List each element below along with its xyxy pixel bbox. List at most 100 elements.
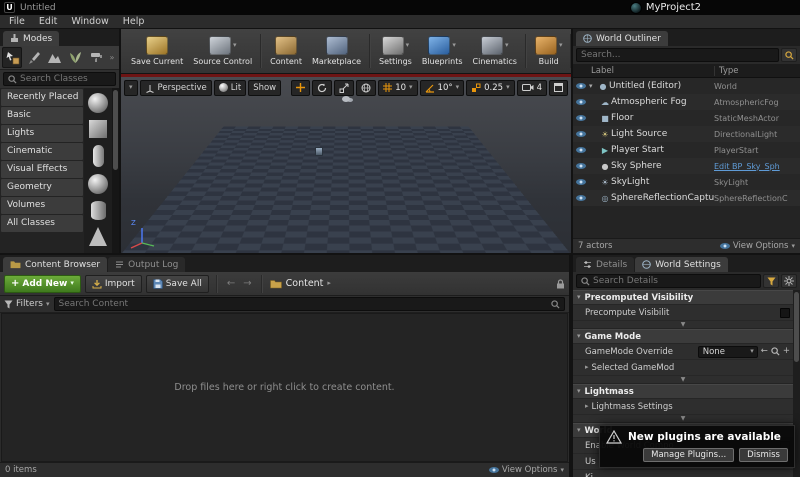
search-classes-box[interactable] (3, 72, 116, 86)
details-filter-button[interactable] (763, 274, 779, 288)
category-visual-effects[interactable]: Visual Effects (1, 161, 83, 178)
outliner-row[interactable]: ● Sky Sphere Edit BP_Sky_Sph (573, 158, 800, 174)
asset-thumbnail-sphere[interactable] (88, 174, 108, 194)
chevron-down-icon[interactable]: ▾ (406, 42, 410, 49)
chevron-down-icon[interactable]: ▾ (233, 42, 237, 49)
menu-file[interactable]: File (2, 16, 32, 27)
visibility-eye-icon[interactable] (576, 195, 586, 201)
asset-thumbnail-cylinder[interactable] (91, 201, 106, 220)
outliner-view-options-button[interactable]: View Options ▾ (720, 241, 795, 251)
tab-world-settings[interactable]: World Settings (635, 257, 728, 272)
asset-view[interactable]: Drop files here or right click to create… (1, 313, 568, 462)
outliner-search-button[interactable] (781, 48, 797, 62)
scale-tool-button[interactable] (334, 80, 354, 96)
paint-mode-button[interactable] (23, 47, 43, 68)
outliner-row[interactable]: ◎ SphereReflectionCapture SphereReflecti… (573, 190, 800, 206)
outliner-row[interactable]: ▶ Player Start PlayerStart (573, 142, 800, 158)
visibility-eye-icon[interactable] (576, 99, 586, 105)
lock-icon[interactable] (556, 279, 565, 289)
tab-output-log[interactable]: Output Log (108, 257, 185, 272)
scale-snap-button[interactable]: 0.25 ▾ (466, 80, 514, 96)
tab-content-browser[interactable]: Content Browser (3, 257, 107, 272)
place-mode-button[interactable] (2, 47, 22, 68)
chevron-down-icon[interactable]: ▾ (559, 42, 563, 49)
add-gamemode-plus-icon[interactable]: + (783, 347, 790, 356)
browse-search-icon[interactable] (771, 347, 780, 356)
menu-help[interactable]: Help (116, 16, 152, 27)
rotation-snap-button[interactable]: 10° ▾ (420, 80, 465, 96)
chevron-right-icon[interactable]: ▸ (585, 364, 589, 371)
perspective-button[interactable]: Perspective (140, 80, 212, 96)
lit-mode-button[interactable]: Lit (214, 80, 246, 96)
level-viewport[interactable]: ▾ Perspective Lit Show (121, 74, 571, 253)
section-precomputed-visibility[interactable]: ▾ Precomputed Visibility (573, 290, 793, 305)
rotate-tool-button[interactable] (312, 80, 332, 96)
chevron-down-icon[interactable]: ▾ (452, 42, 456, 49)
import-button[interactable]: Import (85, 275, 142, 293)
tab-modes[interactable]: Modes (3, 31, 59, 46)
viewport-options-button[interactable]: ▾ (124, 80, 138, 96)
column-label[interactable]: Label (573, 66, 714, 76)
chevron-right-icon[interactable]: ▸ (585, 403, 589, 410)
world-space-button[interactable] (356, 80, 376, 96)
use-selected-arrow-icon[interactable]: ← (761, 347, 768, 356)
grid-snap-button[interactable]: 10 ▾ (378, 80, 417, 96)
column-type[interactable]: Type (714, 66, 800, 76)
details-search-box[interactable] (576, 274, 761, 288)
content-button[interactable]: Content (265, 34, 307, 68)
category-recently-placed[interactable]: Recently Placed (1, 89, 83, 106)
blueprints-button[interactable]: ▾ Blueprints (417, 34, 468, 68)
category-lights[interactable]: Lights (1, 125, 83, 142)
settings-button[interactable]: ▾ Settings (374, 34, 417, 68)
visibility-eye-icon[interactable] (576, 115, 586, 121)
chevron-down-icon[interactable]: ▾ (506, 84, 510, 91)
edit-blueprint-link[interactable]: Edit BP_Sky_Sph (714, 162, 800, 171)
category-all-classes[interactable]: All Classes (1, 215, 83, 232)
visibility-eye-icon[interactable] (576, 179, 586, 185)
category-basic[interactable]: Basic (1, 107, 83, 124)
marketplace-button[interactable]: Marketplace (307, 34, 366, 68)
filters-button[interactable]: Filters ▾ (4, 299, 50, 309)
maximize-viewport-button[interactable] (549, 80, 568, 96)
chevron-down-icon[interactable]: ▾ (456, 84, 460, 91)
landscape-mode-button[interactable] (44, 47, 64, 68)
asset-thumbnail-sphere[interactable] (88, 93, 108, 113)
asset-thumbnail-cube[interactable] (89, 120, 107, 138)
atmospheric-fog-sprite[interactable] (342, 96, 350, 102)
outliner-row[interactable]: ■ Floor StaticMeshActor (573, 110, 800, 126)
save-current-button[interactable]: Save Current (126, 34, 188, 68)
asset-thumbnail-cone[interactable] (89, 227, 107, 246)
outliner-row[interactable]: ☁ Atmospheric Fog AtmosphericFog (573, 94, 800, 110)
add-new-button[interactable]: + Add New ▾ (4, 275, 81, 293)
dismiss-button[interactable]: Dismiss (739, 448, 788, 462)
foliage-mode-button[interactable] (65, 47, 85, 68)
asset-thumbnail-capsule[interactable] (93, 145, 104, 167)
move-tool-button[interactable] (291, 80, 310, 96)
visibility-eye-icon[interactable] (576, 83, 586, 89)
tab-world-outliner[interactable]: World Outliner (576, 31, 668, 46)
build-button[interactable]: ▾ Build (530, 34, 568, 68)
category-cinematic[interactable]: Cinematic (1, 143, 83, 160)
mesh-paint-mode-button[interactable] (86, 47, 106, 68)
details-search-input[interactable] (593, 276, 756, 286)
section-game-mode[interactable]: ▾ Game Mode (573, 329, 793, 344)
outliner-row[interactable]: ▾ ● Untitled (Editor) World (573, 78, 800, 94)
section-lightmass[interactable]: ▾ Lightmass (573, 384, 793, 399)
source-control-button[interactable]: ▾ Source Control (188, 34, 257, 68)
modes-scrollbar[interactable] (112, 88, 119, 253)
details-settings-button[interactable] (781, 274, 797, 288)
precompute-visibility-checkbox[interactable] (780, 308, 790, 318)
player-start-sprite[interactable] (315, 147, 323, 156)
forward-arrow-icon[interactable]: → (241, 278, 253, 289)
category-volumes[interactable]: Volumes (1, 197, 83, 214)
menu-window[interactable]: Window (64, 16, 115, 27)
back-arrow-icon[interactable]: ← (225, 278, 237, 289)
camera-speed-button[interactable]: 4 (517, 80, 547, 96)
menu-edit[interactable]: Edit (32, 16, 64, 27)
cinematics-button[interactable]: ▾ Cinematics (468, 34, 522, 68)
content-search-input[interactable] (59, 299, 549, 309)
chevron-down-icon[interactable]: ▾ (409, 84, 413, 91)
section-expander[interactable]: ▼ (573, 376, 793, 384)
visibility-eye-icon[interactable] (576, 147, 586, 153)
outliner-row[interactable]: ☀ SkyLight SkyLight (573, 174, 800, 190)
